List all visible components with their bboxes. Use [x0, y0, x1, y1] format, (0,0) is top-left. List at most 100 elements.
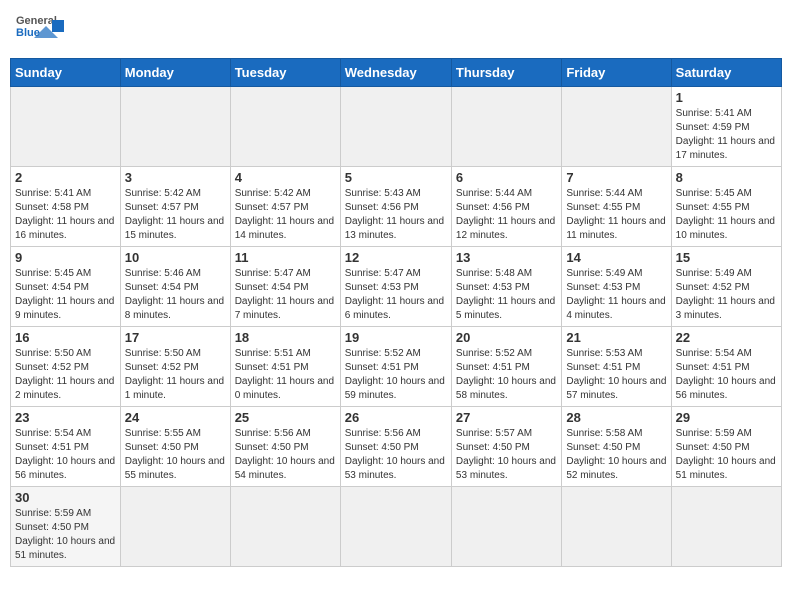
calendar-cell: 17 Sunrise: 5:50 AM Sunset: 4:52 PM Dayli… [120, 327, 230, 407]
day-number: 15 [676, 250, 777, 265]
day-info: Sunrise: 5:48 AM Sunset: 4:53 PM Dayligh… [456, 267, 557, 323]
day-number: 9 [15, 250, 116, 265]
calendar-cell: 29 Sunrise: 5:59 AM Sunset: 4:50 PM Dayli… [671, 407, 781, 487]
day-number: 13 [456, 250, 557, 265]
day-info: Sunrise: 5:41 AM Sunset: 4:58 PM Dayligh… [15, 187, 116, 243]
calendar-cell [230, 487, 340, 567]
calendar-cell [120, 487, 230, 567]
calendar-cell [230, 87, 340, 167]
calendar-cell: 30 Sunrise: 5:59 AM Sunset: 4:50 PM Dayli… [11, 487, 121, 567]
svg-text:General: General [16, 15, 57, 27]
day-info: Sunrise: 5:52 AM Sunset: 4:51 PM Dayligh… [345, 347, 447, 403]
day-number: 17 [125, 330, 226, 345]
day-number: 7 [566, 170, 666, 185]
calendar-cell: 6Sunrise: 5:44 AM Sunset: 4:56 PM Daylig… [451, 167, 561, 247]
weekday-header-saturday: Saturday [671, 59, 781, 87]
calendar-cell: 5Sunrise: 5:43 AM Sunset: 4:56 PM Daylig… [340, 167, 451, 247]
day-info: Sunrise: 5:56 AM Sunset: 4:50 PM Dayligh… [345, 427, 447, 483]
calendar-cell: 13 Sunrise: 5:48 AM Sunset: 4:53 PM Dayli… [451, 247, 561, 327]
day-info: Sunrise: 5:56 AM Sunset: 4:50 PM Dayligh… [235, 427, 336, 483]
day-number: 3 [125, 170, 226, 185]
day-number: 28 [566, 410, 666, 425]
day-info: Sunrise: 5:59 AM Sunset: 4:50 PM Dayligh… [676, 427, 777, 483]
day-number: 2 [15, 170, 116, 185]
week-row-1: 1 Sunrise: 5:41 AM Sunset: 4:59 PM Daylig… [11, 87, 782, 167]
calendar-cell: 14Sunrise: 5:49 AM Sunset: 4:53 PM Dayli… [562, 247, 671, 327]
calendar-cell: 27 Sunrise: 5:57 AM Sunset: 4:50 PM Dayli… [451, 407, 561, 487]
calendar-cell [120, 87, 230, 167]
day-number: 23 [15, 410, 116, 425]
day-number: 10 [125, 250, 226, 265]
page-header: General Blue [10, 10, 782, 50]
calendar-cell: 4 Sunrise: 5:42 AM Sunset: 4:57 PM Daylig… [230, 167, 340, 247]
calendar-cell: 19 Sunrise: 5:52 AM Sunset: 4:51 PM Dayli… [340, 327, 451, 407]
day-info: Sunrise: 5:52 AM Sunset: 4:51 PM Dayligh… [456, 347, 557, 403]
calendar-cell: 3Sunrise: 5:42 AM Sunset: 4:57 PM Daylig… [120, 167, 230, 247]
week-row-5: 23 Sunrise: 5:54 AM Sunset: 4:51 PM Dayli… [11, 407, 782, 487]
day-info: Sunrise: 5:47 AM Sunset: 4:53 PM Dayligh… [345, 267, 447, 323]
calendar-cell: 2 Sunrise: 5:41 AM Sunset: 4:58 PM Daylig… [11, 167, 121, 247]
calendar-cell: 21Sunrise: 5:53 AM Sunset: 4:51 PM Dayli… [562, 327, 671, 407]
logo: General Blue [14, 10, 64, 50]
day-info: Sunrise: 5:50 AM Sunset: 4:52 PM Dayligh… [125, 347, 226, 403]
day-info: Sunrise: 5:59 AM Sunset: 4:50 PM Dayligh… [15, 507, 116, 563]
day-number: 1 [676, 90, 777, 105]
calendar-cell [451, 487, 561, 567]
calendar-cell [562, 87, 671, 167]
day-number: 22 [676, 330, 777, 345]
week-row-4: 16 Sunrise: 5:50 AM Sunset: 4:52 PM Dayli… [11, 327, 782, 407]
day-number: 30 [15, 490, 116, 505]
day-info: Sunrise: 5:58 AM Sunset: 4:50 PM Dayligh… [566, 427, 666, 483]
calendar-cell: 26 Sunrise: 5:56 AM Sunset: 4:50 PM Dayli… [340, 407, 451, 487]
calendar-cell [451, 87, 561, 167]
day-info: Sunrise: 5:44 AM Sunset: 4:55 PM Dayligh… [566, 187, 666, 243]
calendar-cell [340, 87, 451, 167]
day-info: Sunrise: 5:42 AM Sunset: 4:57 PM Dayligh… [235, 187, 336, 243]
calendar-cell [562, 487, 671, 567]
calendar-cell: 7 Sunrise: 5:44 AM Sunset: 4:55 PM Daylig… [562, 167, 671, 247]
calendar-cell: 9 Sunrise: 5:45 AM Sunset: 4:54 PM Daylig… [11, 247, 121, 327]
day-info: Sunrise: 5:47 AM Sunset: 4:54 PM Dayligh… [235, 267, 336, 323]
day-number: 26 [345, 410, 447, 425]
calendar-cell [671, 487, 781, 567]
day-info: Sunrise: 5:41 AM Sunset: 4:59 PM Dayligh… [676, 107, 777, 163]
day-info: Sunrise: 5:57 AM Sunset: 4:50 PM Dayligh… [456, 427, 557, 483]
day-number: 29 [676, 410, 777, 425]
day-number: 20 [456, 330, 557, 345]
weekday-header-tuesday: Tuesday [230, 59, 340, 87]
day-info: Sunrise: 5:45 AM Sunset: 4:54 PM Dayligh… [15, 267, 116, 323]
calendar-cell: 22Sunrise: 5:54 AM Sunset: 4:51 PM Dayli… [671, 327, 781, 407]
calendar-cell: 28 Sunrise: 5:58 AM Sunset: 4:50 PM Dayli… [562, 407, 671, 487]
weekday-header-sunday: Sunday [11, 59, 121, 87]
day-info: Sunrise: 5:46 AM Sunset: 4:54 PM Dayligh… [125, 267, 226, 323]
calendar-cell: 10 Sunrise: 5:46 AM Sunset: 4:54 PM Dayli… [120, 247, 230, 327]
day-info: Sunrise: 5:50 AM Sunset: 4:52 PM Dayligh… [15, 347, 116, 403]
day-number: 27 [456, 410, 557, 425]
calendar-cell: 20 Sunrise: 5:52 AM Sunset: 4:51 PM Dayli… [451, 327, 561, 407]
logo-svg: General Blue [14, 10, 64, 50]
day-number: 24 [125, 410, 226, 425]
calendar-cell: 1 Sunrise: 5:41 AM Sunset: 4:59 PM Daylig… [671, 87, 781, 167]
weekday-header-friday: Friday [562, 59, 671, 87]
calendar-cell: 11 Sunrise: 5:47 AM Sunset: 4:54 PM Dayli… [230, 247, 340, 327]
calendar-cell: 12Sunrise: 5:47 AM Sunset: 4:53 PM Dayli… [340, 247, 451, 327]
day-number: 5 [345, 170, 447, 185]
day-number: 11 [235, 250, 336, 265]
day-info: Sunrise: 5:53 AM Sunset: 4:51 PM Dayligh… [566, 347, 666, 403]
day-number: 18 [235, 330, 336, 345]
day-number: 25 [235, 410, 336, 425]
day-number: 8 [676, 170, 777, 185]
calendar-cell: 15Sunrise: 5:49 AM Sunset: 4:52 PM Dayli… [671, 247, 781, 327]
day-info: Sunrise: 5:55 AM Sunset: 4:50 PM Dayligh… [125, 427, 226, 483]
week-row-2: 2 Sunrise: 5:41 AM Sunset: 4:58 PM Daylig… [11, 167, 782, 247]
calendar-cell: 23 Sunrise: 5:54 AM Sunset: 4:51 PM Dayli… [11, 407, 121, 487]
day-number: 16 [15, 330, 116, 345]
day-info: Sunrise: 5:49 AM Sunset: 4:53 PM Dayligh… [566, 267, 666, 323]
day-info: Sunrise: 5:54 AM Sunset: 4:51 PM Dayligh… [15, 427, 116, 483]
day-number: 19 [345, 330, 447, 345]
calendar-cell [340, 487, 451, 567]
day-info: Sunrise: 5:51 AM Sunset: 4:51 PM Dayligh… [235, 347, 336, 403]
day-number: 6 [456, 170, 557, 185]
week-row-3: 9 Sunrise: 5:45 AM Sunset: 4:54 PM Daylig… [11, 247, 782, 327]
day-number: 4 [235, 170, 336, 185]
